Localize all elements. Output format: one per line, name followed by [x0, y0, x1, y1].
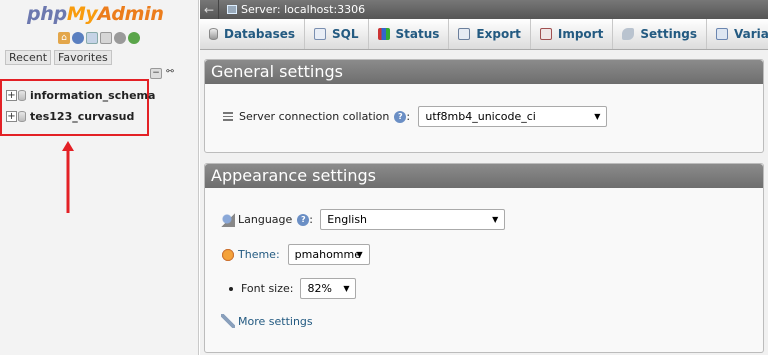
tab-databases[interactable]: Databases [200, 19, 306, 49]
collation-row: Server connection collation ? : utf8mb4_… [223, 106, 608, 127]
back-arrow-icon[interactable]: ← [200, 0, 219, 19]
panel-title: General settings [205, 60, 763, 84]
sidebar-tabs: Recent Favorites [5, 50, 112, 65]
status-icon [377, 28, 390, 40]
dropdown-arrow-icon: ▼ [492, 215, 499, 224]
server-label: Server: localhost:3306 [241, 3, 366, 16]
theme-label: Theme: [238, 248, 280, 261]
navigation-sidebar: phpMyAdmin ⌂ Recent Favorites − ⚯ + info… [0, 0, 199, 355]
databases-icon [209, 28, 218, 40]
help-icon[interactable]: ? [297, 213, 310, 226]
language-icon [221, 212, 235, 227]
tab-settings[interactable]: Settings [613, 19, 707, 49]
db-label[interactable]: tes123_curvasud [30, 110, 134, 123]
more-settings-row: More settings [221, 314, 313, 328]
logout-icon[interactable] [72, 32, 84, 44]
db-item-information-schema[interactable]: + information_schema [6, 87, 155, 103]
link-with-main-icon[interactable]: ⚯ [164, 68, 176, 79]
wrench-icon [221, 314, 235, 328]
import-icon [539, 28, 552, 40]
top-menu: Databases SQL Status Export Import Setti… [200, 19, 768, 50]
fontsize-select[interactable]: 82% ▼ [300, 278, 357, 299]
wrench-icon [622, 28, 635, 40]
theme-row: Theme: pmahomme ▼ [221, 244, 370, 265]
variables-icon [715, 28, 728, 40]
server-breadcrumb-bar: ← Server: localhost:3306 [200, 0, 768, 19]
fontsize-label: Font size: [241, 282, 294, 295]
appearance-settings-panel: Appearance settings Language ? : English… [204, 163, 764, 353]
export-icon [458, 28, 471, 40]
language-label: Language [238, 213, 293, 226]
phpmyadmin-logo[interactable]: phpMyAdmin [27, 3, 164, 25]
quick-icon-bar: ⌂ [58, 32, 140, 44]
theme-palette-icon [221, 247, 235, 262]
tab-import[interactable]: Import [531, 19, 614, 49]
tab-sql[interactable]: SQL [305, 19, 369, 49]
collapse-all-icon[interactable]: − [150, 68, 162, 79]
tab-status[interactable]: Status [369, 19, 450, 49]
sql-icon [314, 28, 327, 40]
server-icon [227, 5, 237, 14]
database-icon [18, 89, 26, 101]
general-settings-panel: General settings Server connection colla… [204, 59, 764, 153]
docs-icon[interactable] [86, 32, 98, 44]
language-select[interactable]: English ▼ [320, 209, 506, 230]
fontsize-row: Font size: 82% ▼ [229, 278, 357, 299]
tab-variables[interactable]: Variables [707, 19, 768, 49]
collation-select[interactable]: utf8mb4_unicode_ci ▼ [418, 106, 608, 127]
dropdown-arrow-icon: ▼ [356, 250, 363, 259]
settings-icon[interactable] [114, 32, 126, 44]
database-tree-highlight: + information_schema + tes123_curvasud [0, 79, 155, 136]
tree-controls: − ⚯ [150, 68, 176, 79]
language-row: Language ? : English ▼ [221, 209, 506, 230]
panel-title: Appearance settings [205, 164, 763, 188]
collation-label: Server connection collation [239, 110, 390, 123]
database-icon [18, 110, 26, 122]
main-content: ← Server: localhost:3306 Databases SQL S… [200, 0, 768, 355]
sql-docs-icon[interactable] [100, 32, 112, 44]
tab-export[interactable]: Export [449, 19, 531, 49]
reload-icon[interactable] [128, 32, 140, 44]
bullet-icon [229, 286, 233, 291]
dropdown-arrow-icon: ▼ [343, 284, 350, 293]
db-item-tes123-curvasud[interactable]: + tes123_curvasud [6, 108, 134, 124]
expand-icon[interactable]: + [6, 89, 17, 101]
help-icon[interactable]: ? [394, 110, 407, 123]
recent-tab[interactable]: Recent [5, 50, 52, 65]
theme-select[interactable]: pmahomme ▼ [287, 244, 370, 265]
favorites-tab[interactable]: Favorites [54, 50, 112, 65]
home-icon[interactable]: ⌂ [58, 32, 70, 44]
server-breadcrumb[interactable]: Server: localhost:3306 [227, 3, 365, 16]
more-settings-link[interactable]: More settings [238, 315, 313, 328]
expand-icon[interactable]: + [6, 110, 17, 122]
list-icon [223, 112, 233, 121]
db-label[interactable]: information_schema [30, 89, 155, 102]
red-arrow-annotation [62, 141, 74, 213]
dropdown-arrow-icon: ▼ [594, 112, 601, 121]
